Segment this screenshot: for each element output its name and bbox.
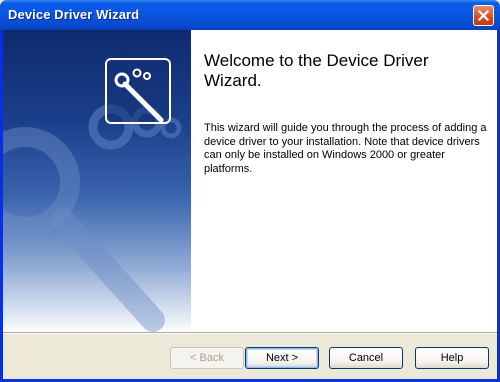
wizard-sidebar-banner [3, 30, 191, 332]
page-title: Welcome to the Device Driver Wizard. [204, 51, 429, 90]
description-text: This wizard will guide you through the p… [204, 122, 487, 175]
back-button[interactable]: < Back [170, 347, 244, 369]
help-button[interactable]: Help [415, 347, 489, 369]
close-icon [478, 10, 489, 21]
wand-icon [105, 58, 171, 124]
button-separator [3, 332, 497, 334]
window-title: Device Driver Wizard [8, 7, 140, 22]
wizard-window: Device Driver Wizard Welcome to the Devi… [0, 0, 500, 382]
wizard-content: Welcome to the Device Driver Wizard. Thi… [191, 30, 497, 332]
cancel-button[interactable]: Cancel [329, 347, 403, 369]
next-button[interactable]: Next > [245, 347, 319, 369]
title-bar[interactable]: Device Driver Wizard [0, 0, 500, 30]
close-button[interactable] [473, 5, 494, 26]
